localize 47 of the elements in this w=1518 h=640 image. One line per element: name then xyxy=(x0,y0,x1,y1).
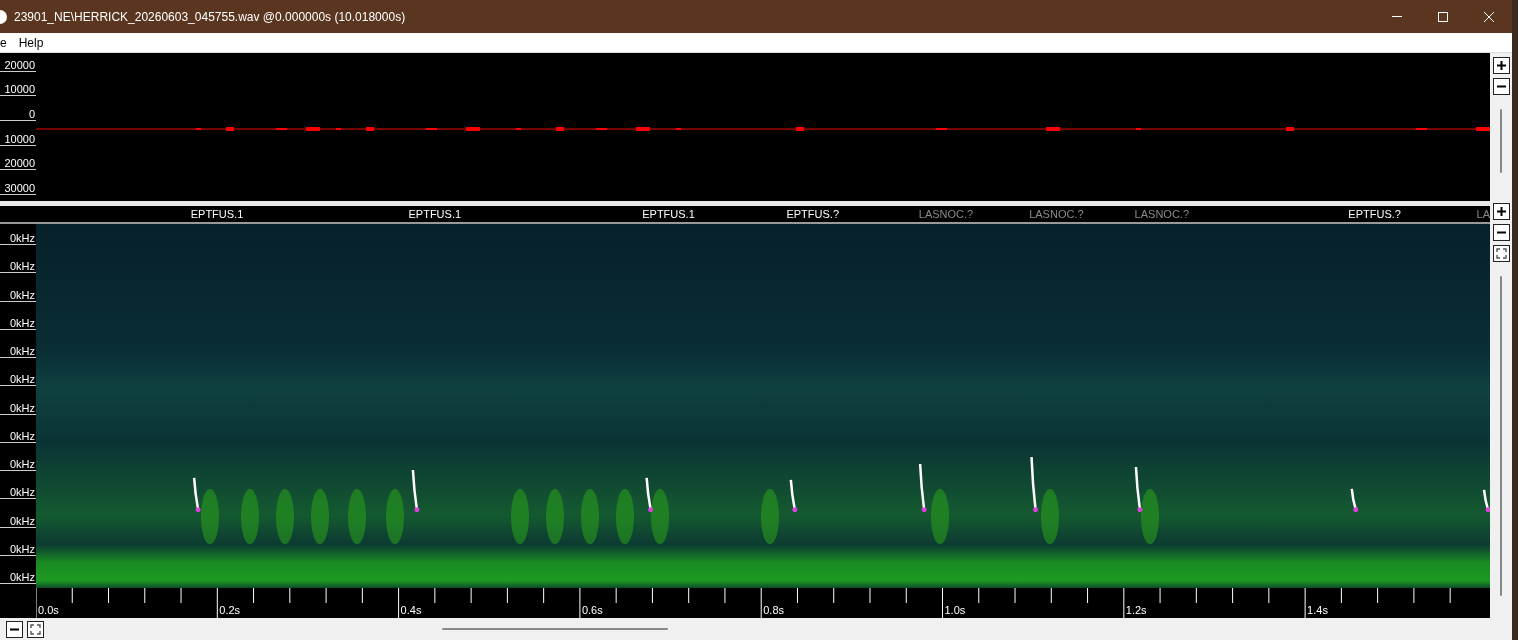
menu-item[interactable]: e xyxy=(0,35,7,50)
time-label: 1.0s xyxy=(943,604,966,616)
detection-label: EPTFUS.1 xyxy=(642,208,695,220)
time-label: 0.0s xyxy=(37,604,59,616)
amplitude-label: 20000 xyxy=(0,157,36,171)
fit-button[interactable] xyxy=(1492,245,1510,262)
zoom-out-button[interactable] xyxy=(1492,224,1510,241)
minimize-icon xyxy=(1392,16,1402,17)
time-label: 1.4s xyxy=(1306,604,1328,616)
fit-button[interactable] xyxy=(27,620,44,638)
maximize-icon xyxy=(1438,11,1448,22)
amplitude-label: 20000 xyxy=(0,58,36,72)
fit-icon xyxy=(1495,248,1507,259)
close-icon xyxy=(1484,11,1494,22)
zoom-in-button[interactable] xyxy=(1492,203,1510,220)
time-label: 0.8s xyxy=(762,604,784,616)
time-label: 1.2s xyxy=(1124,604,1147,616)
detection-label: EPTFUS.1 xyxy=(190,208,244,220)
zoom-in-button[interactable] xyxy=(1492,57,1510,74)
detection-label: EPTFUS.? xyxy=(786,208,839,220)
menu-item[interactable]: Help xyxy=(18,35,44,50)
scrollbar-thumb[interactable] xyxy=(442,628,668,630)
scrollbar-thumb[interactable] xyxy=(1500,109,1502,173)
detection-label: EPTFUS.? xyxy=(1348,208,1401,220)
plus-icon xyxy=(1495,206,1507,217)
plus-icon xyxy=(1495,60,1507,71)
window-title: 23901_NE\HERRICK_20260603_045755.wav @0.000000s (10.018000s) xyxy=(14,9,407,24)
amplitude-label: 0 xyxy=(0,108,36,122)
zoom-out-button[interactable] xyxy=(6,620,23,638)
detection-label: LA xyxy=(1476,208,1490,220)
scrollbar-thumb[interactable] xyxy=(1500,276,1502,596)
minus-icon xyxy=(1495,231,1507,234)
detection-label: LASNOC.? xyxy=(918,208,974,220)
time-label: 0.4s xyxy=(399,604,422,616)
detection-label: EPTFUS.1 xyxy=(408,208,462,220)
detection-label: LASNOC.? xyxy=(1029,208,1084,220)
time-label: 0.6s xyxy=(580,604,603,616)
amplitude-label: 10000 xyxy=(0,83,36,97)
time-label: 0.2s xyxy=(218,604,241,616)
amplitude-label: 10000 xyxy=(0,132,36,146)
app-icon xyxy=(0,9,8,24)
detection-label: LASNOC.? xyxy=(1134,208,1189,220)
minus-icon xyxy=(1495,85,1507,88)
amplitude-label: 30000 xyxy=(0,182,36,196)
zoom-out-button[interactable] xyxy=(1492,78,1510,95)
minus-icon xyxy=(9,627,20,631)
fit-icon xyxy=(30,623,41,635)
